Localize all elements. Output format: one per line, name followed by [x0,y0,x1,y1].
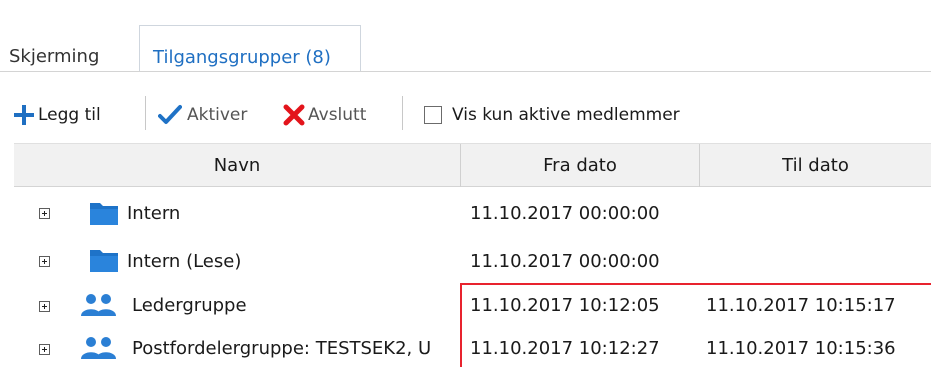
tab-strip: Skjerming Tilgangsgrupper (8) [0,0,931,72]
expand-icon[interactable] [39,301,50,312]
tab-skjerming[interactable]: Skjerming [9,46,99,67]
row-name: Ledergruppe [132,295,247,316]
row-from-date: 11.10.2017 10:12:27 [470,338,660,359]
toolbar-separator [402,96,403,130]
row-name: Intern [127,203,181,224]
tab-divider [0,71,931,72]
plus-icon [14,105,34,125]
toolbar-separator [145,96,146,130]
expand-icon[interactable] [39,344,50,355]
row-name: Intern (Lese) [127,251,242,272]
tab-tilgangsgrupper[interactable]: Tilgangsgrupper (8) [139,25,361,72]
column-header-navn[interactable]: Navn [14,144,460,187]
user-group-icon [81,337,116,359]
row-from-date: 11.10.2017 00:00:00 [470,203,660,224]
grid-header: Navn Fra dato Til dato [14,143,931,187]
active-only-label: Vis kun aktive medlemmer [452,105,680,125]
activate-button[interactable]: Aktiver [158,94,247,136]
expand-icon[interactable] [39,256,50,267]
row-name: Postfordelergruppe: TESTSEK2, U [132,338,432,359]
row-to-date: 11.10.2017 10:15:36 [706,338,896,359]
end-button-label: Avslutt [308,105,367,125]
folder-icon [90,203,118,225]
checkmark-icon [158,105,182,124]
expand-icon[interactable] [39,208,50,219]
row-from-date: 11.10.2017 10:12:05 [470,295,660,316]
toolbar: Legg til Aktiver Avslutt Vis kun aktive … [0,94,931,136]
end-button[interactable]: Avslutt [283,94,366,136]
add-button[interactable]: Legg til [13,94,101,136]
column-header-til-dato[interactable]: Til dato [700,144,931,187]
row-from-date: 11.10.2017 00:00:00 [470,251,660,272]
table-row[interactable]: Intern 11.10.2017 00:00:00 [14,190,931,238]
row-to-date: 11.10.2017 10:15:17 [706,295,896,316]
activate-button-label: Aktiver [187,105,248,125]
table-row[interactable]: Intern (Lese) 11.10.2017 00:00:00 [14,238,931,286]
cross-icon [283,104,305,126]
column-header-fra-dato[interactable]: Fra dato [461,144,699,187]
folder-icon [90,250,118,272]
user-group-icon [81,294,116,316]
active-only-toggle[interactable]: Vis kun aktive medlemmer [424,94,680,136]
active-only-checkbox[interactable] [424,106,442,124]
add-button-label: Legg til [38,105,101,125]
table-row[interactable]: Ledergruppe 11.10.2017 10:12:05 11.10.20… [14,283,931,331]
